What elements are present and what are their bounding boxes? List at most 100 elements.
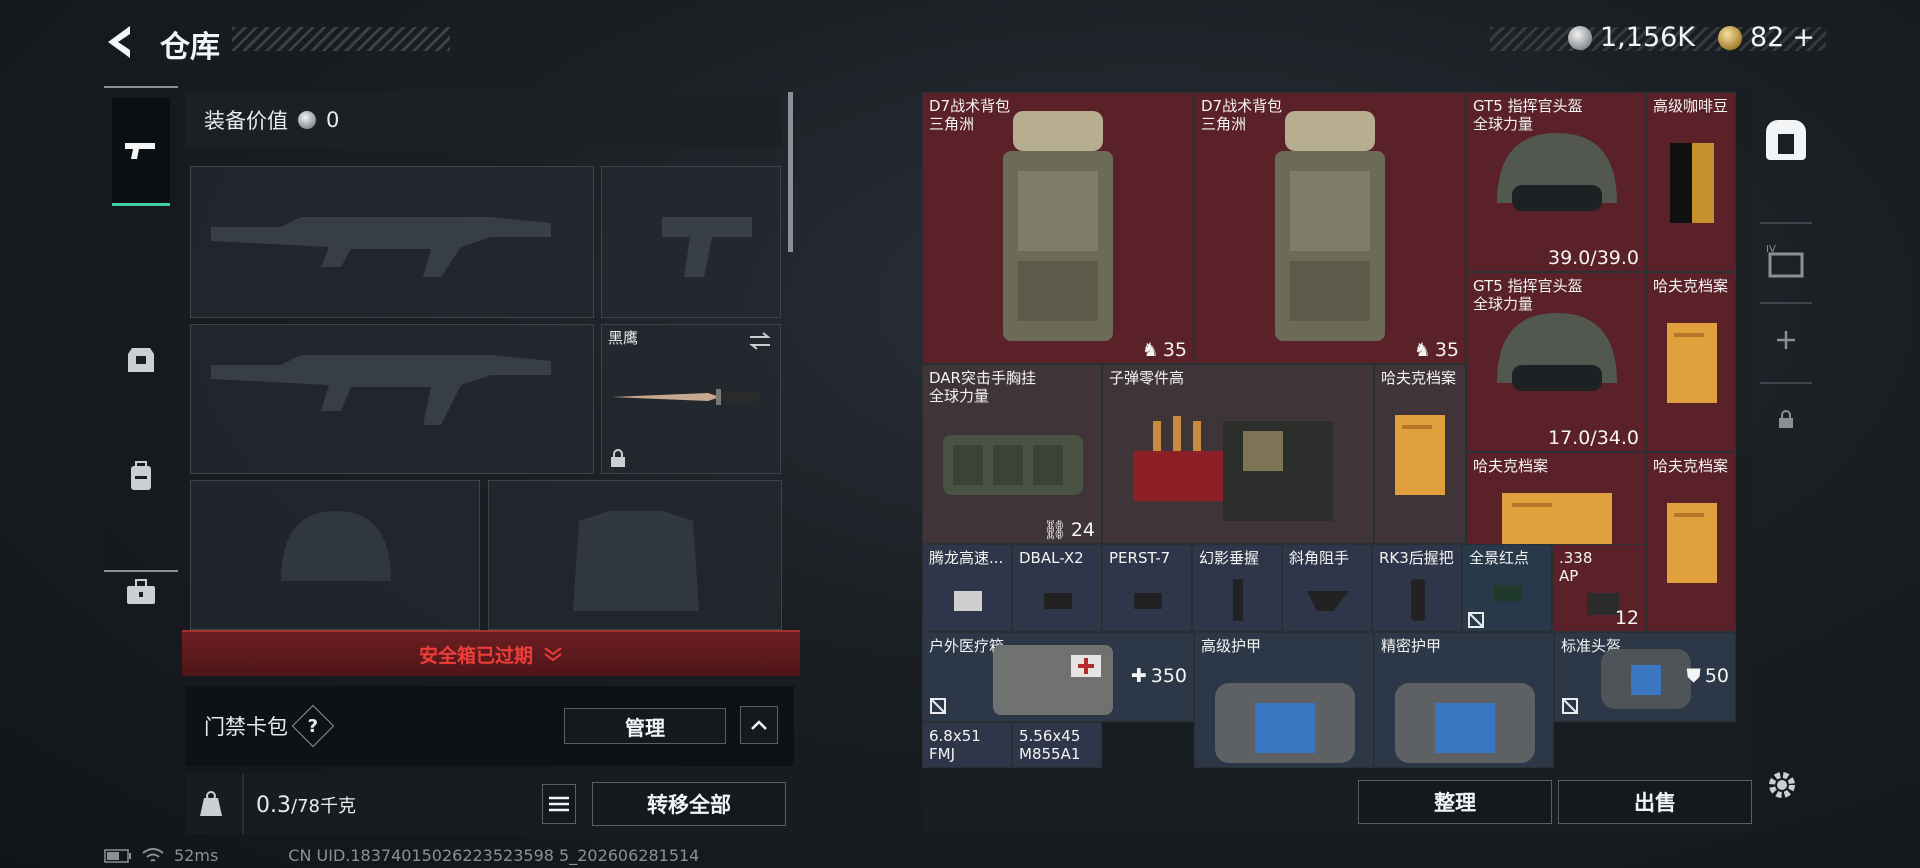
sell-button[interactable]: 出售 [1558, 780, 1752, 824]
tab-weapons[interactable] [112, 98, 170, 206]
status-bar: 52ms CN UID.18374015026223523598 5_20260… [104, 846, 699, 865]
melee-name: 黑鹰 [608, 329, 639, 347]
medkit-image [993, 645, 1113, 715]
storage-home-icon[interactable] [1766, 120, 1806, 160]
manage-button[interactable]: 管理 [564, 708, 726, 744]
stash-item-helmet[interactable]: GT5 指挥官头盔 全球力量 17.0/34.0 [1466, 272, 1646, 452]
attachment-image [954, 591, 982, 611]
item-name: 精密护甲 [1381, 637, 1442, 655]
item-name: 5.56x45 M855A1 [1019, 727, 1081, 763]
knife-icon [612, 389, 760, 405]
silver-coin-icon [298, 111, 316, 129]
weight-readout: 0.3/78千克 [256, 792, 356, 818]
list-view-button[interactable] [542, 784, 576, 824]
equipment-value-bar: 装备价值 0 [186, 92, 782, 148]
rifle-silhouette-icon [211, 355, 551, 425]
item-name: 6.8x51 FMJ [929, 727, 981, 763]
armor-slot[interactable] [488, 480, 782, 630]
stash-item-medkit[interactable]: 户外医疗箱 ✚ 350 [922, 632, 1194, 722]
divider [1760, 302, 1812, 304]
stash-item-helmet[interactable]: 标准头盔 ⛊ 50 [1554, 632, 1736, 722]
stash-item-attachment[interactable]: RK3后握把 [1372, 544, 1462, 632]
stash-item-armor[interactable]: 精密护甲 [1374, 632, 1554, 768]
melee-slot[interactable]: 黑鹰 [601, 324, 781, 474]
no-insure-icon [1468, 612, 1484, 628]
document-image [1667, 503, 1717, 583]
stash-item-attachment[interactable]: PERST-7 [1102, 544, 1192, 632]
pistol-slot[interactable] [601, 166, 781, 318]
item-name: DBAL-X2 [1019, 549, 1084, 567]
coffee-bag-image [1670, 143, 1714, 223]
storage-tier-icon[interactable]: IV [1762, 242, 1810, 282]
stash-item-attachment[interactable]: 斜角阻手 [1282, 544, 1372, 632]
page-title: 仓库 [160, 30, 220, 65]
tab-toolbox[interactable] [112, 538, 170, 646]
title-decoration [232, 27, 450, 51]
stash-item-backpack[interactable]: D7战术背包 三角洲 ♞ 35 [1194, 92, 1466, 364]
stash-item-document[interactable]: 哈夫克档案 [1646, 272, 1736, 452]
stash-item-attachment[interactable]: 全景红点 [1462, 544, 1552, 632]
swap-icon[interactable] [748, 331, 772, 351]
item-count: ♞ 35 [1413, 339, 1459, 361]
weight-icon [200, 791, 222, 816]
backpack-image [1275, 111, 1385, 341]
settings-gear-icon[interactable] [1762, 765, 1802, 805]
safe-box-status: 安全箱已过期 [418, 644, 533, 667]
gold-add-icon[interactable]: + [1792, 22, 1815, 53]
stash-item-document[interactable]: 哈夫克档案 [1374, 364, 1466, 544]
helmet-silhouette-icon [281, 511, 391, 581]
stash-item-ammo-parts[interactable]: 子弹零件高 [1102, 364, 1374, 544]
armor-image [1215, 683, 1355, 763]
stash-item-chest-rig[interactable]: DAR突击手胸挂 全球力量 ⛓ 24 [922, 364, 1102, 544]
transfer-all-button[interactable]: 转移全部 [592, 782, 786, 826]
list-icon [549, 796, 569, 812]
pistol-icon [125, 142, 155, 159]
lock-icon[interactable] [1778, 410, 1794, 428]
gold-coin-icon [1718, 25, 1742, 50]
divider [1760, 382, 1812, 384]
secondary-weapon-slot[interactable] [190, 324, 594, 474]
helmet-image [1497, 313, 1617, 391]
stash-item-document[interactable]: 哈夫克档案 [1646, 452, 1736, 632]
item-name: 幻影垂握 [1199, 549, 1260, 567]
sort-button[interactable]: 整理 [1358, 780, 1552, 824]
divider [1760, 222, 1812, 224]
keycard-label: 门禁卡包 [204, 715, 288, 739]
item-name: .338 AP [1559, 549, 1593, 585]
stash-item-attachment[interactable]: 幻影垂握 [1192, 544, 1282, 632]
gold-amount: 82 [1750, 22, 1785, 53]
tab-armor[interactable] [112, 306, 170, 414]
helmet-image [1601, 649, 1691, 709]
helmet-slot[interactable] [190, 480, 480, 630]
collapse-button[interactable] [740, 706, 778, 744]
stash-item-attachment[interactable]: 腾龙高速... [922, 544, 1012, 632]
lock-icon [611, 449, 625, 467]
stash-item-ammo[interactable]: 5.56x45 M855A1 [1012, 722, 1102, 768]
help-icon[interactable]: ? [291, 704, 335, 748]
attachment-image [1494, 585, 1522, 601]
item-name: 全景红点 [1469, 549, 1530, 567]
item-count: ⛓ 24 [1042, 518, 1095, 542]
item-count: ⛊ 50 [1686, 665, 1729, 687]
back-arrow-icon[interactable] [100, 20, 144, 64]
stash-item-backpack[interactable]: D7战术背包 三角洲 ♞ 35 [922, 92, 1194, 364]
stash-item-attachment[interactable]: DBAL-X2 [1012, 544, 1102, 632]
loadout-scrollbar[interactable] [788, 92, 793, 252]
stash-item-coffee[interactable]: 高级咖啡豆 [1646, 92, 1736, 272]
tab-backpack[interactable] [112, 422, 170, 530]
primary-weapon-slot[interactable] [190, 166, 594, 318]
item-name: 高级咖啡豆 [1653, 97, 1729, 115]
stash-item-helmet[interactable]: GT5 指挥官头盔 全球力量 39.0/39.0 [1466, 92, 1646, 272]
chevron-up-icon [751, 720, 767, 730]
stash-item-ammo[interactable]: 6.8x51 FMJ [922, 722, 1012, 768]
item-name: 哈夫克档案 [1653, 457, 1729, 475]
divider [242, 774, 244, 834]
silver-coin-icon [1568, 25, 1592, 50]
gold-currency[interactable]: 82 + [1718, 22, 1815, 53]
add-icon[interactable] [1774, 328, 1798, 352]
no-insure-icon [930, 698, 946, 714]
stash-item-ammo[interactable]: .338 AP 12 [1552, 544, 1646, 632]
item-name: 哈夫克档案 [1653, 277, 1729, 295]
stash-item-armor[interactable]: 高级护甲 [1194, 632, 1374, 768]
safe-box-expired-banner[interactable]: 安全箱已过期 [182, 630, 800, 676]
